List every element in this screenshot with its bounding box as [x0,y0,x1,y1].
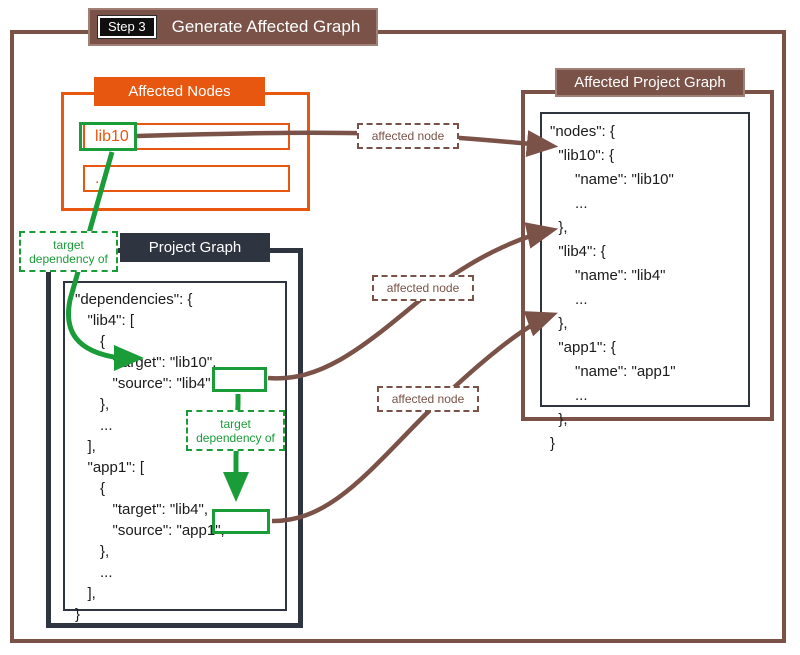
affected-nodes-frame [61,92,310,211]
annotation-affected-node: affected node [372,275,474,301]
affected-project-graph-header: Affected Project Graph [555,68,745,97]
annotation-affected-node: affected node [377,386,479,412]
highlight-box-source-lib4 [212,367,267,392]
step-badge: Step 3 [97,14,157,40]
step-title: Generate Affected Graph [171,17,361,36]
step-header: Step 3 Generate Affected Graph [88,8,379,46]
diagram-canvas: Step 3 Generate Affected Graph Affected … [0,0,800,655]
affected-project-graph-code: "nodes": { "lib10": { "name": "lib10" ..… [540,112,750,452]
annotation-target-dependency-of-label: target dependency of [29,237,108,266]
project-graph-header: Project Graph [120,233,270,262]
highlight-box-lib10 [79,122,137,151]
annotation-target-dependency-of: target dependency of [186,410,285,451]
affected-node-row: .. [83,165,290,192]
highlight-box-source-app1 [212,509,270,534]
annotation-target-dependency-of-label: target dependency of [196,416,275,445]
annotation-target-dependency-of: target dependency of [19,231,118,272]
annotation-affected-node: affected node [357,123,459,149]
affected-nodes-header: Affected Nodes [94,77,265,106]
